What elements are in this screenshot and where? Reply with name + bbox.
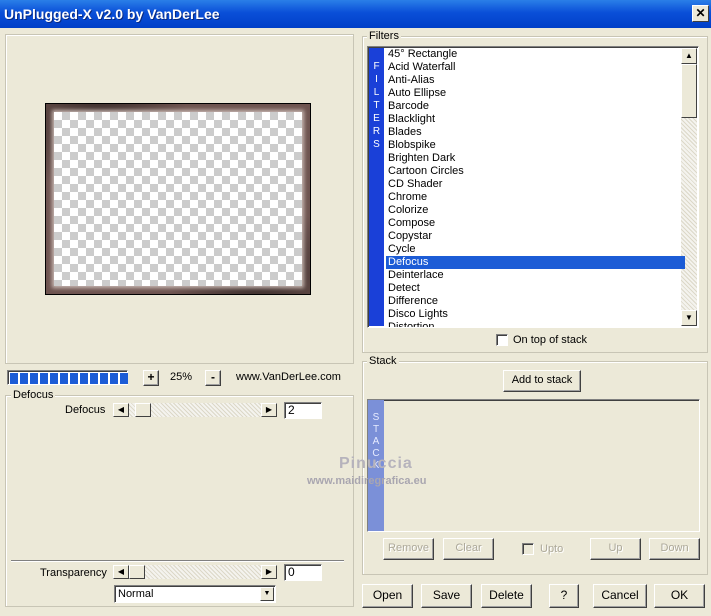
on-top-checkbox[interactable]: [496, 334, 508, 346]
defocus-legend: Defocus: [11, 389, 56, 401]
watermark-name: Pinuccia: [339, 455, 413, 472]
slider-left-arrow-icon[interactable]: ◀: [113, 565, 129, 579]
strip-letter: S: [373, 139, 380, 150]
filter-list-item[interactable]: Cycle: [386, 243, 685, 256]
transparency-checkerboard: [54, 112, 302, 286]
clear-button[interactable]: Clear: [443, 538, 494, 560]
filter-list-item[interactable]: Blacklight: [386, 113, 685, 126]
progress-segment: [60, 373, 68, 384]
open-button[interactable]: Open: [362, 584, 413, 608]
progress-segment: [90, 373, 98, 384]
ok-button[interactable]: OK: [654, 584, 705, 608]
filter-list-item[interactable]: Chrome: [386, 191, 685, 204]
filter-list-item[interactable]: Compose: [386, 217, 685, 230]
slider-thumb[interactable]: [129, 565, 145, 579]
transparency-value-field[interactable]: 0: [284, 564, 322, 581]
slider-thumb[interactable]: [135, 403, 151, 417]
on-top-label[interactable]: On top of stack: [513, 334, 587, 346]
filter-list[interactable]: FILTERS ▲ ▼ 45° Rectangle Acid Waterfall A…: [367, 46, 699, 328]
filter-list-item[interactable]: Copystar: [386, 230, 685, 243]
filter-list-item[interactable]: Defocus: [386, 256, 685, 269]
defocus-slider[interactable]: ◀ ▶: [113, 403, 277, 417]
watermark-site: www.maidiregrafica.eu: [307, 475, 427, 487]
remove-button[interactable]: Remove: [383, 538, 434, 560]
filters-vertical-label: FILTERS: [369, 48, 384, 326]
strip-letter: L: [373, 87, 380, 98]
filter-list-item[interactable]: Distortion: [386, 321, 685, 327]
slider-track[interactable]: [129, 565, 261, 579]
save-button[interactable]: Save: [421, 584, 472, 608]
progress-segment: [120, 373, 128, 384]
blend-mode-value: Normal: [118, 588, 154, 600]
zoom-level: 25%: [170, 371, 193, 383]
stack-legend: Stack: [367, 355, 399, 367]
upto-checkbox[interactable]: [522, 543, 534, 555]
filter-list-item[interactable]: Cartoon Circles: [386, 165, 685, 178]
divider: [11, 560, 344, 562]
progress-segment: [50, 373, 58, 384]
slider-left-arrow-icon[interactable]: ◀: [113, 403, 129, 417]
filter-list-item[interactable]: Colorize: [386, 204, 685, 217]
filter-list-item[interactable]: Auto Ellipse: [386, 87, 685, 100]
progress-bar: [7, 370, 128, 385]
progress-segment: [110, 373, 118, 384]
progress-segment: [20, 373, 28, 384]
filter-list-item[interactable]: Deinterlace: [386, 269, 685, 282]
strip-letter: E: [373, 113, 380, 124]
strip-letter: T: [373, 100, 380, 111]
title-bar[interactable]: UnPlugged-X v2.0 by VanDerLee ✕: [0, 0, 711, 28]
chevron-down-icon[interactable]: ▼: [260, 587, 274, 601]
transparency-label: Transparency: [40, 567, 107, 579]
stack-list[interactable]: [367, 399, 700, 532]
slider-right-arrow-icon[interactable]: ▶: [261, 403, 277, 417]
help-button[interactable]: ?: [549, 584, 579, 608]
strip-letter: F: [373, 61, 380, 72]
upto-label[interactable]: Upto: [540, 543, 563, 555]
zoom-in-button[interactable]: +: [143, 370, 159, 386]
filter-list-item[interactable]: Anti-Alias: [386, 74, 685, 87]
window-title: UnPlugged-X v2.0 by VanDerLee: [4, 6, 220, 22]
filter-list-item[interactable]: Blades: [386, 126, 685, 139]
filter-list-item[interactable]: Brighten Dark: [386, 152, 685, 165]
strip-letter: A: [372, 436, 380, 447]
close-icon: ✕: [695, 6, 706, 20]
progress-segment: [40, 373, 48, 384]
progress-segment: [80, 373, 88, 384]
filter-list-item[interactable]: Acid Waterfall: [386, 61, 685, 74]
progress-segment: [70, 373, 78, 384]
slider-right-arrow-icon[interactable]: ▶: [261, 565, 277, 579]
strip-letter: I: [375, 74, 378, 85]
delete-button[interactable]: Delete: [481, 584, 532, 608]
add-to-stack-button[interactable]: Add to stack: [503, 370, 581, 392]
defocus-param-label: Defocus: [65, 404, 106, 416]
filter-list-item[interactable]: CD Shader: [386, 178, 685, 191]
blend-mode-select[interactable]: Normal ▼: [114, 585, 276, 603]
defocus-value-field[interactable]: 2: [284, 402, 322, 419]
filter-list-item[interactable]: Disco Lights: [386, 308, 685, 321]
filter-list-item[interactable]: Blobspike: [386, 139, 685, 152]
close-button[interactable]: ✕: [692, 5, 709, 22]
progress-segment: [100, 373, 108, 384]
strip-letter: T: [372, 424, 380, 435]
progress-segment: [30, 373, 38, 384]
cancel-button[interactable]: Cancel: [593, 584, 647, 608]
filter-list-item[interactable]: Barcode: [386, 100, 685, 113]
preview-image[interactable]: [45, 103, 311, 295]
progress-segment: [10, 373, 18, 384]
filters-legend: Filters: [367, 30, 401, 42]
strip-letter: S: [372, 412, 380, 423]
zoom-out-button[interactable]: -: [205, 370, 221, 386]
filter-list-item[interactable]: Difference: [386, 295, 685, 308]
filter-list-item[interactable]: 45° Rectangle: [386, 48, 685, 61]
up-button[interactable]: Up: [590, 538, 641, 560]
website-link[interactable]: www.VanDerLee.com: [236, 371, 341, 383]
transparency-slider[interactable]: ◀ ▶: [113, 565, 277, 579]
strip-letter: R: [372, 126, 381, 137]
filter-list-item[interactable]: Detect: [386, 282, 685, 295]
down-button[interactable]: Down: [649, 538, 700, 560]
